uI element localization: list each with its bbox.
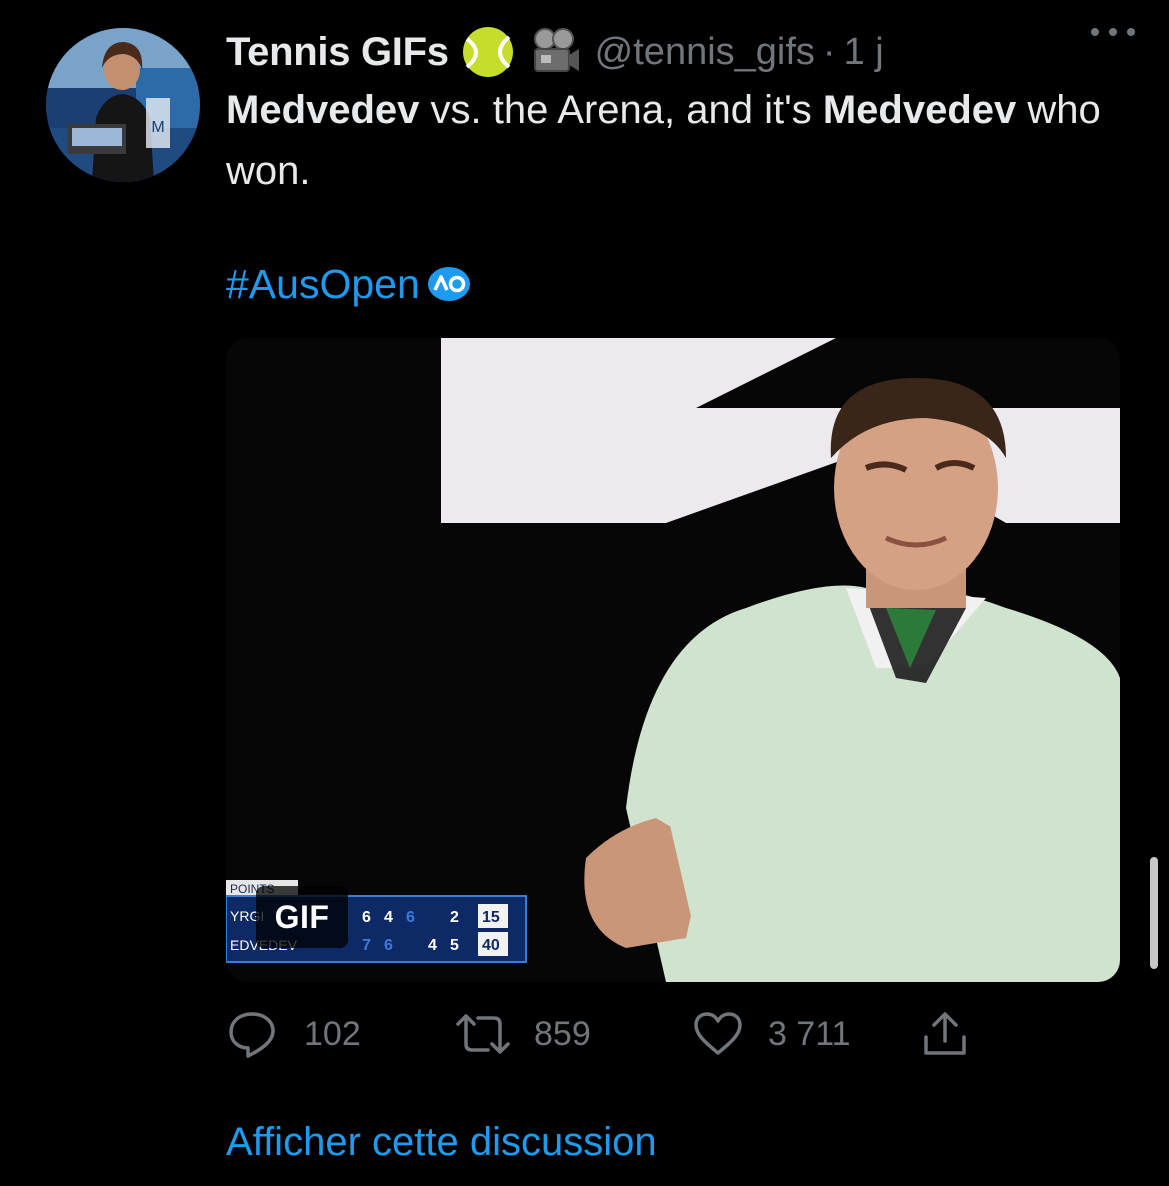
p1-set-1: 6 [362, 909, 371, 926]
p2-set-3: 4 [428, 937, 437, 954]
p2-set-1: 7 [362, 937, 371, 954]
like-count: 3 711 [768, 1014, 851, 1053]
display-name[interactable]: Tennis GIFs [226, 30, 449, 75]
handle[interactable]: @tennis_gifs [595, 31, 815, 74]
scrollbar[interactable] [1150, 857, 1158, 969]
retweet-icon [456, 1014, 510, 1054]
tweet-text-2: vs. the Arena, and it's [419, 88, 823, 132]
gif-media[interactable]: POINTS YRGI EDVEDEV 6 4 6 2 7 6 4 5 15 4… [226, 338, 1120, 982]
reply-button[interactable]: 102 [226, 1006, 361, 1062]
svg-text:M: M [151, 119, 164, 136]
p2-set-4: 5 [450, 937, 459, 954]
separator: · [822, 30, 836, 73]
p2-set-2: 6 [384, 937, 393, 954]
timestamp[interactable]: 1 j [844, 31, 884, 74]
gif-badge: GIF [256, 886, 348, 948]
share-icon [924, 1012, 966, 1055]
tennis-ball-icon [462, 27, 513, 77]
like-button[interactable]: 3 711 [692, 1006, 851, 1062]
more-options-icon[interactable] [1085, 22, 1141, 42]
gif-frame: POINTS YRGI EDVEDEV 6 4 6 2 7 6 4 5 15 4… [226, 338, 1120, 982]
p1-set-3: 6 [406, 909, 415, 926]
p2-points: 40 [482, 937, 500, 954]
tweet-header: Tennis GIFs @tennis_gifs · 1 j [226, 22, 1129, 82]
p1-set-4: 2 [450, 909, 459, 926]
movie-camera-icon [533, 28, 579, 72]
avatar-image: M [46, 28, 200, 182]
retweet-count: 859 [534, 1014, 591, 1053]
retweet-button[interactable]: 859 [454, 1006, 591, 1062]
p1-set-2: 4 [384, 909, 393, 926]
reply-count: 102 [304, 1014, 361, 1053]
tweet-text-bold-1: Medvedev [226, 88, 420, 132]
ausopen-hashflag-icon [427, 267, 470, 301]
heart-icon [694, 1012, 742, 1055]
tweet-text-bold-2: Medvedev [822, 88, 1017, 132]
reply-icon [229, 1012, 275, 1058]
action-bar: 102 859 3 711 [226, 1006, 1126, 1062]
share-button[interactable] [920, 1006, 970, 1062]
hashtag-link[interactable]: #AusOpen [226, 254, 420, 314]
hashtag-line: #AusOpen [226, 254, 472, 314]
show-thread-link[interactable]: Afficher cette discussion [226, 1114, 657, 1170]
p1-points: 15 [482, 909, 500, 926]
avatar[interactable]: M [46, 28, 200, 182]
tweet[interactable]: M Tennis GIFs @tennis_gifs · 1 j Medvede… [0, 0, 1169, 1186]
tweet-text: Medvedev vs. the Arena, and it's Medvede… [226, 80, 1136, 202]
